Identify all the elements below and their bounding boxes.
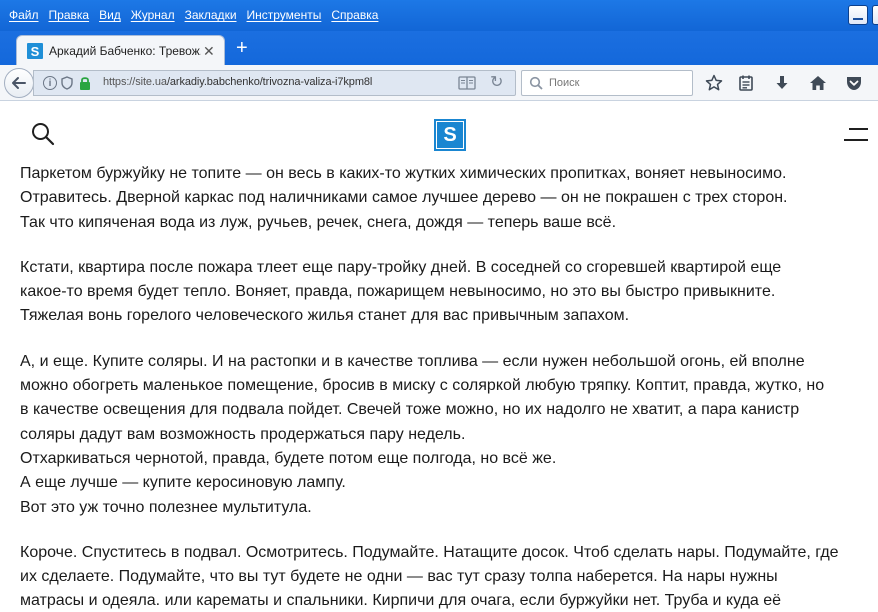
text-line: Короче. Спуститесь в подвал. Осмотритесь… [20, 543, 839, 561]
tab-close-icon[interactable]: ✕ [203, 43, 215, 59]
tab-active[interactable]: S Аркадий Бабченко: Тревож... ✕ [16, 35, 225, 65]
bookmarks-library-icon[interactable] [737, 74, 755, 92]
menu-help[interactable]: Справка [326, 7, 383, 23]
url-host: https://site.ua [103, 76, 167, 88]
search-bar[interactable]: Поиск [521, 70, 693, 96]
article-body: Паркетом буржуйку не топите — он весь в … [20, 162, 878, 612]
back-button[interactable] [4, 68, 34, 98]
menu-edit[interactable]: Правка [44, 7, 95, 23]
home-icon[interactable] [809, 74, 827, 92]
secure-lock-icon[interactable] [79, 75, 91, 91]
site-search-icon[interactable] [30, 121, 56, 147]
maximize-button[interactable] [872, 5, 878, 25]
search-placeholder: Поиск [549, 77, 580, 89]
text-line: Тяжелая вонь горелого человеческого жиль… [20, 307, 630, 325]
address-bar[interactable]: i https://site.ua/arkadiy.babchenko/triv… [33, 70, 516, 96]
text-line: Отхаркиваться чернотой, правда, будете п… [20, 449, 557, 467]
url-text[interactable]: https://site.ua/arkadiy.babchenko/trivoz… [103, 76, 372, 88]
menu-view[interactable]: Вид [94, 7, 126, 23]
text-line: какое-то время будет тепло. Воняет, прав… [20, 283, 776, 301]
back-arrow-icon [12, 77, 26, 89]
reload-icon[interactable]: ↻ [490, 74, 503, 92]
minimize-icon [853, 18, 863, 20]
pocket-icon[interactable] [845, 74, 863, 92]
hamburger-menu-icon[interactable] [843, 127, 869, 143]
site-header: S [0, 101, 878, 161]
minimize-button[interactable] [848, 5, 868, 25]
menu-history[interactable]: Журнал [126, 7, 180, 23]
site-logo[interactable]: S [434, 119, 466, 151]
menu-bar: Файл Правка Вид Журнал Закладки Инструме… [4, 7, 383, 23]
text-line: А еще лучше — купите керосиновую лампу. [20, 474, 346, 492]
text-line: Отравитесь. Дверной каркас под наличника… [20, 189, 788, 207]
reader-view-icon[interactable] [458, 76, 476, 90]
search-icon [529, 76, 543, 90]
menu-bookmarks[interactable]: Закладки [180, 7, 242, 23]
text-line: Кстати, квартира после пожара тлеет еще … [20, 258, 782, 276]
tab-title: Аркадий Бабченко: Тревож... [49, 44, 201, 58]
info-icon[interactable]: i [43, 76, 57, 90]
new-tab-plus-icon[interactable]: + [236, 38, 248, 58]
text-line: их сделаете. Подумайте, что вы тут будет… [20, 568, 778, 586]
bookmark-star-icon[interactable] [705, 74, 723, 92]
site-favicon-icon: S [27, 43, 43, 59]
article-paragraph-4: Короче. Спуститесь в подвал. Осмотритесь… [20, 541, 878, 612]
menu-tools[interactable]: Инструменты [242, 7, 327, 23]
text-line: матрасы и одеяла. или карематы и спальни… [20, 592, 782, 610]
article-paragraph-3: А, и еще. Купите соляры. И на растопки и… [20, 350, 878, 520]
text-line: в качестве освещения для подвала пойдет.… [20, 401, 800, 419]
site-logo-letter: S [437, 122, 463, 148]
tab-strip: S Аркадий Бабченко: Тревож... ✕ + [0, 31, 878, 65]
article-paragraph-2: Кстати, квартира после пожара тлеет еще … [20, 256, 878, 329]
navigation-toolbar: i https://site.ua/arkadiy.babchenko/triv… [0, 65, 878, 101]
tracking-shield-icon[interactable] [61, 76, 73, 90]
article-paragraph-1: Паркетом буржуйку не топите — он весь в … [20, 162, 878, 235]
text-line: можно обогреть маленькое помещение, брос… [20, 377, 825, 395]
text-line: соляры дадут вам возможность продержатьс… [20, 425, 466, 443]
text-line: Так что кипяченая вода из луж, ручьев, р… [20, 213, 617, 231]
downloads-icon[interactable] [773, 74, 791, 92]
window-titlebar: Файл Правка Вид Журнал Закладки Инструме… [0, 0, 878, 31]
text-line: Паркетом буржуйку не топите — он весь в … [20, 165, 787, 182]
text-line: А, и еще. Купите соляры. И на растопки и… [20, 352, 805, 370]
url-path: /arkadiy.babchenko/trivozna-valiza-i7kpm… [166, 76, 373, 88]
text-line: Вот это уж точно полезнее мультитула. [20, 498, 312, 516]
menu-file[interactable]: Файл [4, 7, 44, 23]
